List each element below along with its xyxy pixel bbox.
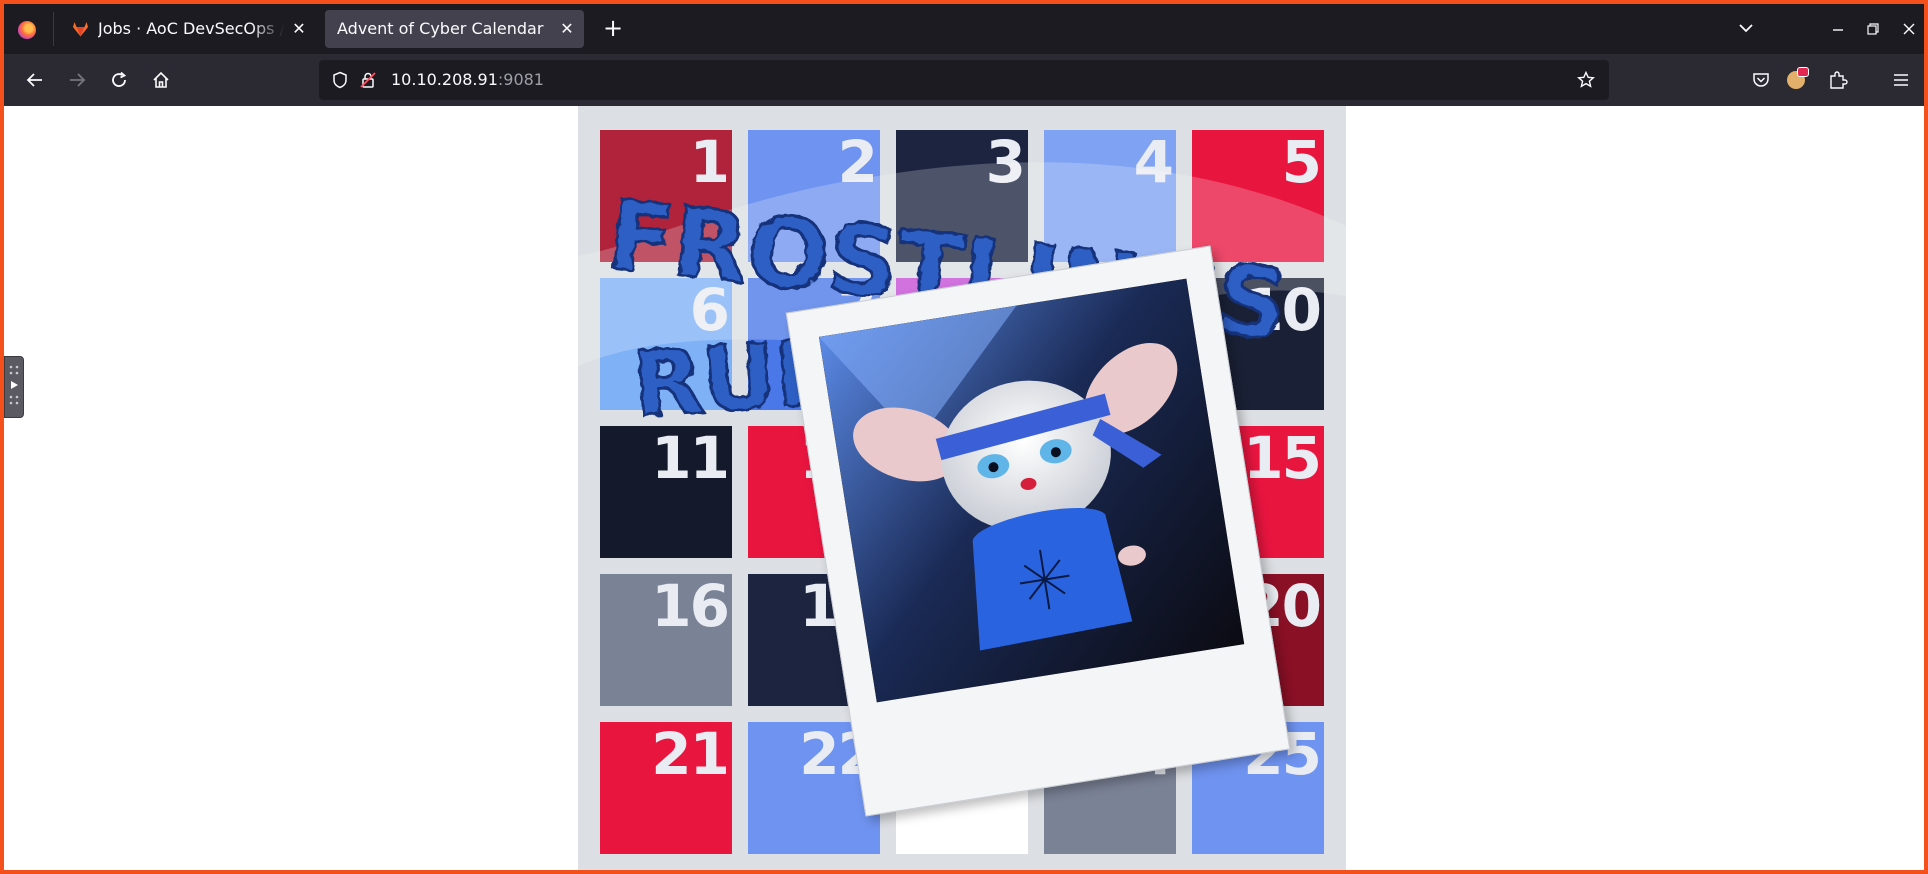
frostling-character-image (818, 278, 1245, 703)
calendar-day-number: 4 (1133, 130, 1174, 196)
hamburger-menu-icon[interactable] (1892, 71, 1910, 89)
calendar-day-11[interactable]: 11 (600, 426, 732, 558)
url-port: :9081 (497, 70, 544, 89)
advent-calendar: 1234567891011121314151617181920212223242… (578, 106, 1346, 870)
calendar-day-number: 6 (689, 278, 730, 344)
calendar-day-number: 11 (651, 426, 730, 492)
bookmark-star-icon[interactable] (1577, 71, 1595, 89)
forward-button[interactable] (60, 63, 94, 97)
restore-icon[interactable] (1861, 22, 1885, 36)
minimize-icon[interactable] (1826, 23, 1850, 37)
firefox-icon[interactable] (18, 21, 36, 39)
url-host: 10.10.208.91 (391, 70, 498, 89)
reload-icon (112, 71, 127, 87)
page-content: 1234567891011121314151617181920212223242… (4, 106, 1924, 870)
calendar-day-16[interactable]: 16 (600, 574, 732, 706)
extension-avatar-icon[interactable] (1785, 67, 1809, 91)
insecure-lock-icon[interactable] (359, 71, 377, 89)
back-arrow-icon (26, 73, 42, 87)
tab-bar: Jobs · AoC DevSecOps / A ✕ Advent of Cyb… (4, 4, 1924, 54)
calendar-day-6[interactable]: 6 (600, 278, 732, 410)
url-text[interactable]: 10.10.208.91:9081 (391, 60, 544, 100)
gitlab-fox-icon (73, 22, 88, 37)
list-all-tabs-icon[interactable] (1734, 19, 1758, 37)
calendar-day-number: 10 (1243, 278, 1322, 344)
close-tab-icon[interactable]: ✕ (558, 10, 576, 48)
sidebar-toggle-handle[interactable] (4, 356, 24, 418)
play-arrow-icon (9, 365, 19, 405)
window-close-icon[interactable] (1897, 22, 1921, 36)
pocket-icon[interactable] (1752, 71, 1770, 89)
tab-label: Jobs · AoC DevSecOps / A (98, 19, 284, 38)
new-tab-button[interactable]: + (598, 14, 628, 44)
calendar-day-2[interactable]: 2 (748, 130, 880, 262)
calendar-day-5[interactable]: 5 (1192, 130, 1324, 262)
tab-label: Advent of Cyber Calendar (337, 19, 544, 38)
reload-button[interactable] (102, 63, 136, 97)
tab-advent-calendar[interactable]: Advent of Cyber Calendar ✕ (325, 10, 584, 48)
calendar-day-number: 16 (651, 574, 730, 640)
frostling-polaroid-photo (785, 245, 1291, 817)
browser-window: Jobs · AoC DevSecOps / A ✕ Advent of Cyb… (4, 4, 1924, 870)
calendar-day-number: 3 (985, 130, 1026, 196)
calendar-day-3[interactable]: 3 (896, 130, 1028, 262)
tab-jobs[interactable]: Jobs · AoC DevSecOps / A ✕ (60, 10, 316, 48)
url-bar[interactable]: 10.10.208.91:9081 (319, 60, 1609, 100)
calendar-day-4[interactable]: 4 (1044, 130, 1176, 262)
forward-arrow-icon (70, 73, 86, 87)
home-button[interactable] (144, 63, 178, 97)
photo-image (818, 278, 1245, 703)
calendar-day-number: 1 (689, 130, 730, 196)
calendar-day-1[interactable]: 1 (600, 130, 732, 262)
calendar-day-number: 21 (651, 722, 730, 788)
calendar-day-21[interactable]: 21 (600, 722, 732, 854)
tab-separator (53, 12, 54, 46)
extensions-puzzle-icon[interactable] (1828, 70, 1848, 90)
back-button[interactable] (18, 63, 52, 97)
calendar-day-number: 2 (837, 130, 878, 196)
calendar-day-number: 5 (1281, 130, 1322, 196)
navigation-toolbar: 10.10.208.91:9081 (4, 54, 1924, 106)
calendar-day-number: 15 (1243, 426, 1322, 492)
close-tab-icon[interactable]: ✕ (290, 10, 308, 48)
home-icon (153, 71, 169, 88)
shield-icon[interactable] (331, 71, 349, 89)
